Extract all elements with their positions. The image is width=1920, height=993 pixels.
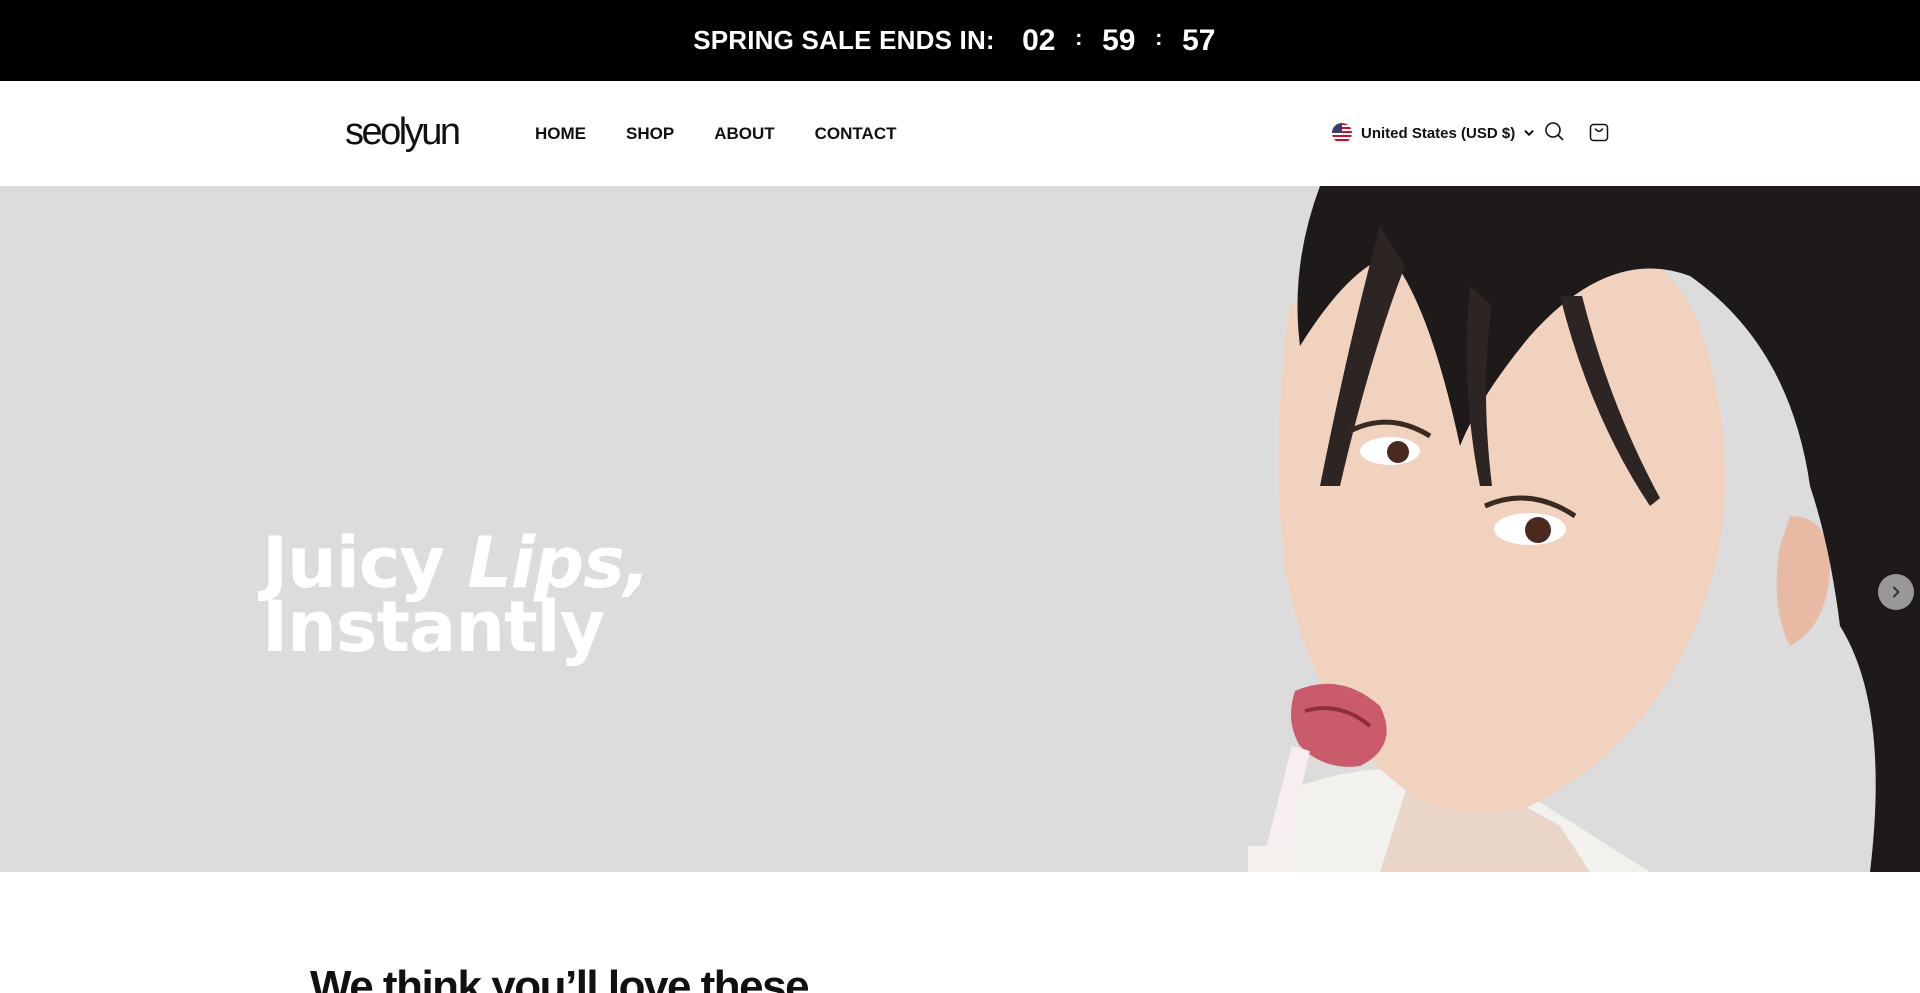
country-currency-label: United States (USD $) bbox=[1361, 124, 1516, 142]
countdown-seconds: 57 bbox=[1182, 23, 1216, 57]
countdown-separator: : bbox=[1155, 24, 1163, 50]
cart-icon[interactable] bbox=[1588, 121, 1610, 143]
carousel-next-button[interactable] bbox=[1878, 574, 1914, 610]
main-nav: HOME SHOP ABOUT CONTACT bbox=[535, 124, 896, 144]
sale-countdown-label: SPRING SALE ENDS IN: bbox=[693, 25, 995, 55]
nav-home[interactable]: HOME bbox=[535, 124, 586, 144]
announcement-bar: SPRING SALE ENDS IN: 02 : 59 : 57 bbox=[0, 0, 1920, 81]
us-flag-icon bbox=[1332, 123, 1352, 143]
search-icon[interactable] bbox=[1543, 120, 1565, 142]
chevron-right-icon bbox=[1893, 586, 1900, 598]
hero-title: Juicy Lips, Instantly bbox=[262, 528, 650, 668]
hero-banner: Juicy Lips, Instantly bbox=[0, 186, 1920, 872]
nav-about[interactable]: ABOUT bbox=[714, 124, 774, 144]
country-currency-selector[interactable]: United States (USD $) bbox=[1332, 121, 1535, 145]
nav-shop[interactable]: SHOP bbox=[626, 124, 674, 144]
logo[interactable]: seolyun bbox=[345, 111, 461, 154]
hero-title-line-2: Instantly bbox=[262, 586, 605, 668]
countdown-hours: 02 bbox=[1022, 23, 1056, 57]
nav-contact[interactable]: CONTACT bbox=[815, 124, 897, 144]
site-header: seolyun HOME SHOP ABOUT CONTACT United S… bbox=[0, 81, 1920, 186]
countdown-minutes: 59 bbox=[1102, 23, 1136, 57]
section-title: We think you’ll love these bbox=[310, 962, 810, 993]
countdown-separator: : bbox=[1075, 24, 1083, 50]
chevron-down-icon bbox=[1524, 130, 1534, 136]
hero-model-photo bbox=[1248, 186, 1920, 872]
